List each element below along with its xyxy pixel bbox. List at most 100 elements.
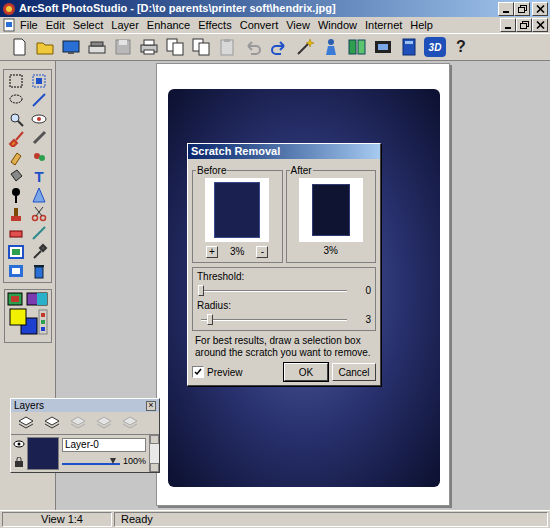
figure-icon — [321, 37, 341, 57]
menu-item[interactable]: Edit — [42, 18, 69, 32]
tool-button[interactable] — [6, 224, 26, 242]
tool-button[interactable] — [6, 72, 26, 90]
slider-track[interactable] — [201, 285, 347, 297]
slider-thumb-icon[interactable] — [110, 458, 116, 464]
tool-button[interactable] — [6, 148, 26, 166]
tool-button[interactable] — [29, 91, 49, 109]
menu-item[interactable]: Select — [69, 18, 108, 32]
delete-layer-icon[interactable] — [69, 415, 87, 431]
toolbar-button[interactable] — [346, 36, 368, 58]
tool-button[interactable] — [29, 262, 49, 280]
settings-group: Threshold:0Radius:3 — [192, 267, 376, 331]
line-icon — [30, 91, 48, 109]
toolbar-button[interactable] — [372, 36, 394, 58]
toolbar-button[interactable] — [190, 36, 212, 58]
zoom-in-button[interactable]: + — [206, 246, 218, 258]
toolbar-button[interactable] — [164, 36, 186, 58]
merge-icon[interactable] — [43, 415, 61, 431]
layer-name-field[interactable]: Layer-0 — [62, 438, 146, 452]
toolbar-button[interactable] — [242, 36, 264, 58]
toolbar-button[interactable] — [398, 36, 420, 58]
tool-button[interactable] — [6, 262, 26, 280]
menu-item[interactable]: File — [16, 18, 42, 32]
tool-button[interactable] — [6, 167, 26, 185]
paste-icon — [217, 37, 237, 57]
menu-item[interactable]: Convert — [236, 18, 283, 32]
lock-icon[interactable] — [14, 457, 24, 467]
menu-item[interactable]: Enhance — [143, 18, 194, 32]
scan-icon — [87, 37, 107, 57]
toolbar-button[interactable] — [34, 36, 56, 58]
tool-button[interactable] — [29, 148, 49, 166]
tool-button[interactable] — [6, 243, 26, 261]
stack-icon[interactable] — [95, 415, 113, 431]
slider-thumb[interactable] — [207, 314, 213, 325]
tool-button[interactable] — [29, 72, 49, 90]
help-button[interactable]: ? — [450, 36, 472, 58]
frame-icon — [7, 243, 25, 261]
minimize-button[interactable] — [498, 2, 514, 16]
restore-button[interactable] — [516, 18, 532, 32]
slider-row: Threshold:0 — [197, 271, 371, 298]
slider-thumb[interactable] — [198, 285, 204, 296]
tool-button[interactable] — [29, 186, 49, 204]
window-title: ArcSoft PhotoStudio - [D:\to parents\pri… — [19, 0, 495, 17]
layer-row[interactable]: Layer-0100% — [11, 434, 159, 472]
tool-button[interactable] — [29, 243, 49, 261]
toolbar-button[interactable] — [60, 36, 82, 58]
cone-icon — [30, 186, 48, 204]
toolbar-button[interactable] — [216, 36, 238, 58]
eye-icon[interactable] — [13, 440, 25, 448]
tool-button[interactable] — [29, 224, 49, 242]
menu-item[interactable]: Layer — [107, 18, 143, 32]
cancel-button[interactable]: Cancel — [332, 363, 376, 381]
minimize-button[interactable] — [500, 18, 516, 32]
tool-button[interactable] — [6, 205, 26, 223]
tool-button[interactable] — [6, 186, 26, 204]
tool-button[interactable] — [6, 110, 26, 128]
slider-value: 3 — [355, 312, 371, 327]
menu-item[interactable]: View — [282, 18, 314, 32]
new-layer-icon[interactable] — [17, 415, 35, 431]
menu-item[interactable]: Window — [314, 18, 361, 32]
tool-button[interactable] — [6, 129, 26, 147]
ready-status: Ready — [114, 512, 548, 527]
toolbar-button[interactable] — [320, 36, 342, 58]
opacity-slider[interactable] — [62, 458, 120, 466]
tool-button[interactable] — [29, 110, 49, 128]
lasso-icon — [7, 91, 25, 109]
app-window: ArcSoft PhotoStudio - [D:\to parents\pri… — [0, 0, 550, 528]
zoom-out-button[interactable]: - — [256, 246, 268, 258]
tool-button[interactable] — [29, 129, 49, 147]
layers-close-button[interactable]: × — [146, 401, 156, 411]
trash-icon — [30, 262, 48, 280]
tool-button[interactable] — [29, 205, 49, 223]
3d-button[interactable]: 3D — [424, 37, 446, 57]
toolbar-button[interactable] — [138, 36, 160, 58]
menu-item[interactable]: Effects — [194, 18, 235, 32]
text-tool[interactable]: T — [29, 167, 49, 185]
color-picker[interactable] — [4, 289, 52, 343]
tool-button[interactable] — [6, 91, 26, 109]
ok-button[interactable]: OK — [284, 363, 328, 381]
preview-checkbox[interactable]: Preview — [192, 365, 280, 380]
slider-track[interactable] — [201, 314, 347, 326]
menu-item[interactable]: Internet — [361, 18, 406, 32]
restore-button[interactable] — [514, 2, 530, 16]
toolbar-button[interactable] — [86, 36, 108, 58]
properties-icon[interactable] — [121, 415, 139, 431]
layers-scrollbar[interactable] — [149, 435, 159, 472]
menu-item[interactable]: Help — [406, 18, 437, 32]
toolbar-button[interactable] — [268, 36, 290, 58]
slider-value: 0 — [355, 283, 371, 298]
slider-row: Radius:3 — [197, 300, 371, 327]
title-bar: ArcSoft PhotoStudio - [D:\to parents\pri… — [0, 0, 550, 17]
marquee-icon — [7, 72, 25, 90]
toolbar-button[interactable] — [294, 36, 316, 58]
close-button[interactable] — [532, 18, 548, 32]
toolbar-button[interactable] — [8, 36, 30, 58]
toolbar-button[interactable] — [112, 36, 134, 58]
dodge-icon — [7, 186, 25, 204]
menu-bar: FileEditSelectLayerEnhanceEffectsConvert… — [0, 17, 550, 33]
close-button[interactable] — [532, 2, 548, 16]
